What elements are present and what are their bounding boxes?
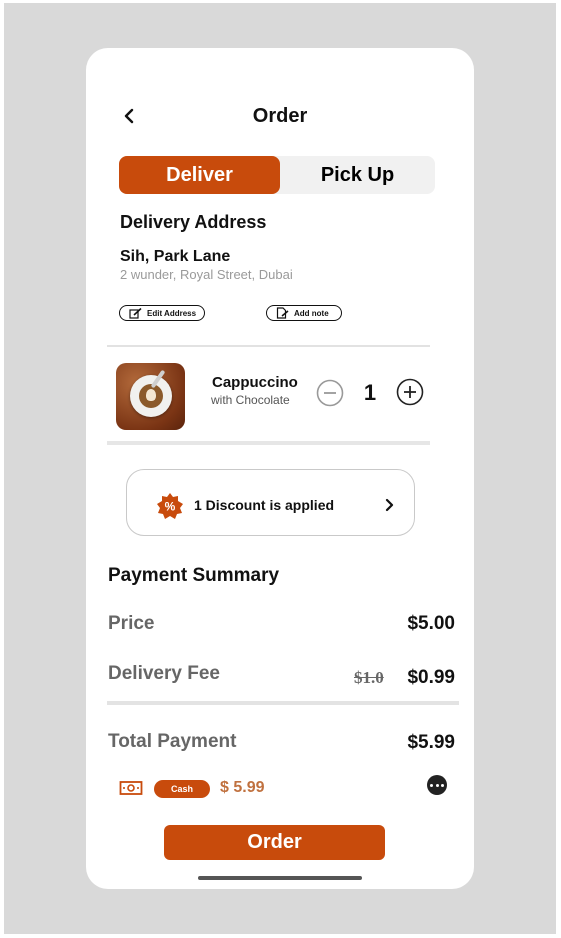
chevron-right-icon	[385, 498, 394, 512]
decrease-quantity-button[interactable]	[316, 379, 344, 407]
delivery-fee-original: $1.0	[354, 668, 384, 687]
svg-text:%: %	[165, 500, 176, 514]
back-button[interactable]	[118, 104, 140, 128]
price-value: $5.00	[407, 613, 455, 634]
product-name: Cappuccino	[212, 374, 298, 391]
product-subtitle: with Chocolate	[211, 393, 290, 407]
delivery-address-heading: Delivery Address	[120, 212, 267, 232]
edit-address-button[interactable]: Edit Address	[119, 305, 205, 321]
payment-amount: $ 5.99	[220, 779, 265, 796]
add-note-label: Add note	[294, 308, 329, 318]
product-image	[116, 363, 185, 430]
increase-quantity-button[interactable]	[396, 378, 424, 406]
more-options-button[interactable]	[427, 775, 447, 795]
divider	[107, 701, 459, 705]
note-icon	[276, 307, 289, 319]
cash-icon	[119, 781, 143, 795]
tab-deliver[interactable]: Deliver	[119, 156, 280, 194]
chevron-left-icon	[124, 108, 134, 124]
payment-method-badge[interactable]: Cash	[154, 780, 210, 798]
more-dots-icon	[430, 783, 434, 787]
page-title: Order	[252, 105, 308, 127]
delivery-fee-value: $0.99	[407, 667, 455, 688]
quantity-value: 1	[363, 380, 377, 405]
divider	[107, 345, 430, 347]
address-name: Sih, Park Lane	[120, 248, 231, 265]
divider	[107, 441, 430, 445]
total-payment-value: $5.99	[407, 732, 455, 753]
order-button[interactable]: Order	[164, 825, 385, 860]
edit-address-label: Edit Address	[147, 308, 197, 318]
discount-badge-icon: %	[157, 493, 183, 519]
payment-summary-heading: Payment Summary	[108, 565, 280, 586]
add-note-button[interactable]: Add note	[266, 305, 342, 321]
home-indicator	[198, 876, 362, 880]
total-payment-label: Total Payment	[108, 731, 237, 752]
address-line: 2 wunder, Royal Street, Dubai	[120, 267, 293, 282]
delivery-fee-label: Delivery Fee	[108, 663, 220, 684]
discount-text: 1 Discount is applied	[194, 497, 335, 513]
tab-pickup[interactable]: Pick Up	[280, 156, 435, 194]
edit-icon	[129, 307, 142, 319]
price-label: Price	[108, 613, 155, 634]
